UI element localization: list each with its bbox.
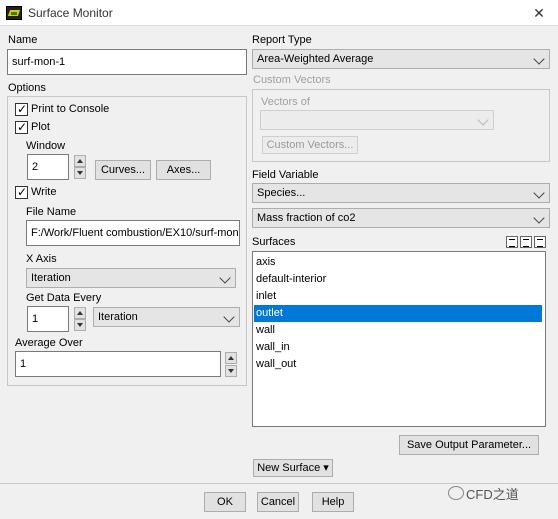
curves-button[interactable]: Curves... xyxy=(95,160,151,180)
average-over-label: Average Over xyxy=(15,337,83,349)
surface-item-wall_in[interactable]: wall_in xyxy=(254,339,542,356)
x-axis-dropdown[interactable]: Iteration xyxy=(26,268,236,288)
plot-checkbox[interactable] xyxy=(15,120,28,134)
surface-item-outlet[interactable]: outlet xyxy=(254,305,542,322)
ok-button[interactable]: OK xyxy=(204,492,246,512)
field-category-value: Species... xyxy=(257,187,306,199)
get-data-unit-dropdown[interactable]: Iteration xyxy=(93,307,240,327)
window-decrement-icon[interactable] xyxy=(74,167,86,179)
list-icon[interactable] xyxy=(520,236,532,248)
axes-button[interactable]: Axes... xyxy=(156,160,211,180)
options-label: Options xyxy=(8,82,46,94)
file-name-input[interactable]: F:/Work/Fluent combustion/EX10/surf-mon xyxy=(26,220,240,246)
vectors-of-label: Vectors of xyxy=(261,96,310,108)
vectors-of-dropdown[interactable] xyxy=(260,110,494,130)
file-name-label: File Name xyxy=(26,206,77,218)
chevron-down-icon xyxy=(223,311,235,323)
x-axis-value: Iteration xyxy=(31,272,71,284)
get-data-increment-icon[interactable] xyxy=(74,307,86,319)
get-data-decrement-icon[interactable] xyxy=(74,319,86,331)
write-label: Write xyxy=(31,186,57,198)
report-type-value: Area-Weighted Average xyxy=(257,53,374,65)
surface-item-default-interior[interactable]: default-interior xyxy=(254,271,542,288)
close-icon[interactable]: ✕ xyxy=(520,0,558,26)
select-all-icon[interactable] xyxy=(506,236,518,248)
get-data-every-input[interactable]: 1 xyxy=(27,306,69,332)
average-over-decrement-icon[interactable] xyxy=(225,365,237,377)
chevron-down-icon xyxy=(533,187,545,199)
average-over-increment-icon[interactable] xyxy=(225,352,237,364)
get-data-every-label: Get Data Every xyxy=(26,292,102,304)
report-type-dropdown[interactable]: Area-Weighted Average xyxy=(252,49,550,69)
chevron-down-icon xyxy=(219,272,231,284)
cancel-button[interactable]: Cancel xyxy=(257,492,299,512)
fluent-app-icon xyxy=(6,6,22,20)
field-variable-label: Field Variable xyxy=(252,169,319,181)
average-over-input[interactable]: 1 xyxy=(15,351,221,377)
chevron-down-icon xyxy=(533,53,545,65)
field-variable-dropdown[interactable]: Mass fraction of co2 xyxy=(252,208,550,228)
chevron-down-icon xyxy=(533,212,545,224)
surface-item-wall_out[interactable]: wall_out xyxy=(254,356,542,373)
deselect-all-icon[interactable] xyxy=(534,236,546,248)
help-button[interactable]: Help xyxy=(312,492,354,512)
custom-vectors-label: Custom Vectors xyxy=(253,74,331,86)
field-variable-value: Mass fraction of co2 xyxy=(257,212,356,224)
field-category-dropdown[interactable]: Species... xyxy=(252,183,550,203)
window-increment-icon[interactable] xyxy=(74,155,86,167)
surfaces-label: Surfaces xyxy=(252,236,296,248)
report-type-label: Report Type xyxy=(252,34,312,46)
name-label: Name xyxy=(8,34,38,46)
window-title: Surface Monitor xyxy=(28,6,113,20)
print-to-console-checkbox[interactable] xyxy=(15,102,28,116)
surface-item-axis[interactable]: axis xyxy=(254,254,542,271)
x-axis-label: X Axis xyxy=(26,253,57,265)
get-data-unit-value: Iteration xyxy=(98,311,138,323)
write-checkbox[interactable] xyxy=(15,185,28,199)
custom-vectors-button[interactable]: Custom Vectors... xyxy=(262,136,358,154)
watermark: CFD之道 xyxy=(466,487,519,502)
print-to-console-label: Print to Console xyxy=(31,103,110,115)
window-label: Window xyxy=(26,140,66,152)
name-input[interactable]: surf-mon-1 xyxy=(7,49,247,75)
surfaces-list[interactable]: axis default-interior inlet outlet wall wall_… xyxy=(252,251,546,427)
window-number-input[interactable]: 2 xyxy=(27,154,69,180)
chevron-down-icon xyxy=(477,114,489,126)
plot-label: Plot xyxy=(31,121,50,133)
surface-item-inlet[interactable]: inlet xyxy=(254,288,542,305)
wechat-icon xyxy=(448,486,464,500)
surface-item-wall[interactable]: wall xyxy=(254,322,542,339)
save-output-parameter-button[interactable]: Save Output Parameter... xyxy=(399,435,539,455)
new-surface-button[interactable]: New Surface ▾ xyxy=(253,459,333,477)
